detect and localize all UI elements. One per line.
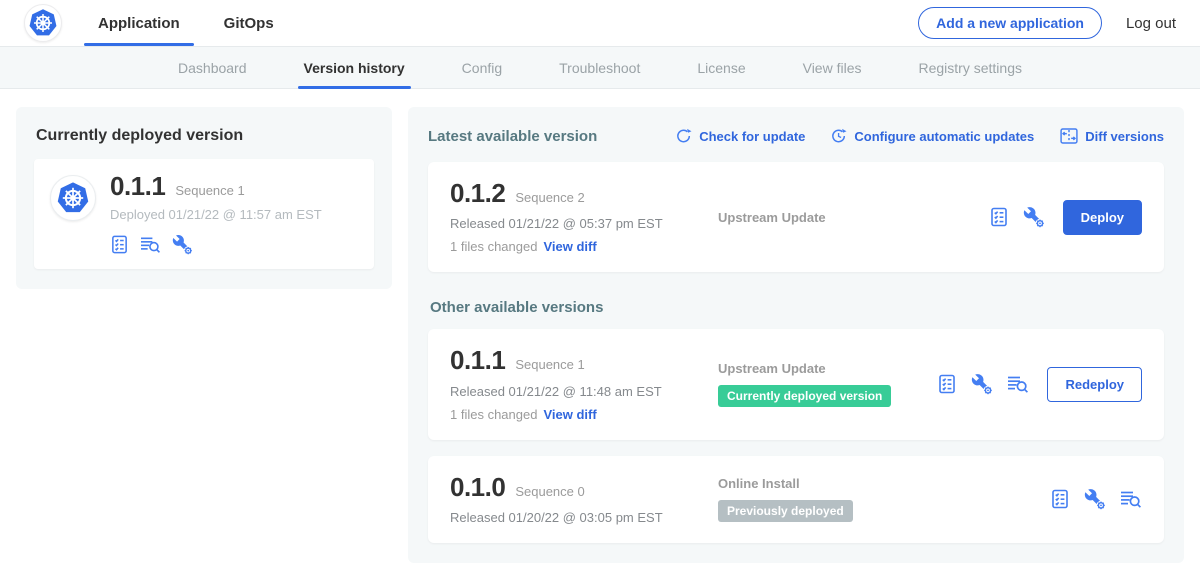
subnav-view-files[interactable]: View files bbox=[803, 47, 862, 88]
edit-config-icon[interactable] bbox=[971, 373, 993, 395]
other-available-title: Other available versions bbox=[430, 299, 1162, 316]
refresh-icon bbox=[676, 128, 692, 144]
version-source-label: Online Install bbox=[718, 476, 1050, 491]
previously-deployed-badge: Previously deployed bbox=[718, 500, 853, 522]
version-source-label: Upstream Update bbox=[718, 210, 989, 225]
version-number: 0.1.2 bbox=[450, 180, 505, 207]
edit-config-icon[interactable] bbox=[1023, 206, 1045, 228]
top-bar: Application GitOps Add a new application… bbox=[0, 0, 1200, 46]
subnav-version-history[interactable]: Version history bbox=[304, 47, 405, 88]
deployed-version-card: 0.1.1 Sequence 1 Deployed 01/21/22 @ 11:… bbox=[34, 159, 374, 269]
check-for-update-label: Check for update bbox=[699, 129, 805, 144]
released-timestamp: Released 01/21/22 @ 05:37 pm EST bbox=[450, 216, 710, 231]
logout-button[interactable]: Log out bbox=[1126, 15, 1176, 32]
currently-deployed-panel: Currently deployed version 0.1.1 Sequenc… bbox=[16, 107, 392, 289]
diff-versions-label: Diff versions bbox=[1085, 129, 1164, 144]
deploy-logs-icon[interactable] bbox=[140, 235, 161, 254]
currently-deployed-title: Currently deployed version bbox=[36, 127, 372, 145]
deployed-timestamp: Deployed 01/21/22 @ 11:57 am EST bbox=[110, 207, 322, 222]
released-timestamp: Released 01/20/22 @ 03:05 pm EST bbox=[450, 510, 710, 525]
diff-icon bbox=[1060, 127, 1078, 145]
preflight-checks-icon[interactable] bbox=[110, 235, 129, 254]
view-diff-link[interactable]: View diff bbox=[543, 239, 596, 254]
deployed-sequence-label: Sequence 1 bbox=[175, 183, 244, 198]
deploy-logs-icon[interactable] bbox=[1007, 374, 1029, 394]
add-new-application-button[interactable]: Add a new application bbox=[918, 7, 1102, 39]
view-diff-link[interactable]: View diff bbox=[543, 407, 596, 422]
configure-automatic-updates-link[interactable]: Configure automatic updates bbox=[831, 128, 1034, 144]
version-card-0-1-0: 0.1.0 Sequence 0 Released 01/20/22 @ 03:… bbox=[428, 456, 1164, 543]
subnav-license[interactable]: License bbox=[697, 47, 745, 88]
tab-gitops[interactable]: GitOps bbox=[224, 0, 274, 46]
version-number: 0.1.1 bbox=[450, 347, 505, 374]
subnav-config[interactable]: Config bbox=[462, 47, 502, 88]
diff-versions-link[interactable]: Diff versions bbox=[1060, 127, 1164, 145]
app-sub-nav: Dashboard Version history Config Trouble… bbox=[0, 46, 1200, 89]
subnav-registry-settings[interactable]: Registry settings bbox=[919, 47, 1022, 88]
version-card-0-1-2: 0.1.2 Sequence 2 Released 01/21/22 @ 05:… bbox=[428, 162, 1164, 272]
latest-available-title: Latest available version bbox=[428, 128, 597, 145]
edit-config-icon[interactable] bbox=[172, 234, 193, 255]
configure-automatic-updates-label: Configure automatic updates bbox=[854, 129, 1034, 144]
version-source-label: Upstream Update bbox=[718, 361, 937, 376]
sequence-label: Sequence 0 bbox=[515, 484, 584, 499]
currently-deployed-badge: Currently deployed version bbox=[718, 385, 891, 407]
deploy-logs-icon[interactable] bbox=[1120, 489, 1142, 509]
files-changed-label: 1 files changed bbox=[450, 239, 537, 254]
preflight-checks-icon[interactable] bbox=[937, 374, 957, 394]
view-config-icon[interactable] bbox=[1084, 488, 1106, 510]
preflight-checks-icon[interactable] bbox=[989, 207, 1009, 227]
available-versions-panel: Latest available version Check for updat… bbox=[408, 107, 1184, 563]
files-changed-label: 1 files changed bbox=[450, 407, 537, 422]
version-card-0-1-1: 0.1.1 Sequence 1 Released 01/21/22 @ 11:… bbox=[428, 329, 1164, 439]
schedule-icon bbox=[831, 128, 847, 144]
redeploy-button[interactable]: Redeploy bbox=[1047, 367, 1142, 402]
sequence-label: Sequence 1 bbox=[515, 357, 584, 372]
deploy-button[interactable]: Deploy bbox=[1063, 200, 1142, 235]
subnav-dashboard[interactable]: Dashboard bbox=[178, 47, 247, 88]
tab-application[interactable]: Application bbox=[98, 0, 180, 46]
main-content: Currently deployed version 0.1.1 Sequenc… bbox=[0, 89, 1200, 581]
app-icon bbox=[50, 175, 96, 221]
check-for-update-link[interactable]: Check for update bbox=[676, 128, 805, 144]
deployed-version-number: 0.1.1 bbox=[110, 173, 165, 200]
preflight-checks-icon[interactable] bbox=[1050, 489, 1070, 509]
kubernetes-logo bbox=[24, 4, 62, 42]
top-tabs: Application GitOps bbox=[98, 0, 274, 46]
subnav-troubleshoot[interactable]: Troubleshoot bbox=[559, 47, 640, 88]
released-timestamp: Released 01/21/22 @ 11:48 am EST bbox=[450, 384, 710, 399]
version-number: 0.1.0 bbox=[450, 474, 505, 501]
sequence-label: Sequence 2 bbox=[515, 190, 584, 205]
